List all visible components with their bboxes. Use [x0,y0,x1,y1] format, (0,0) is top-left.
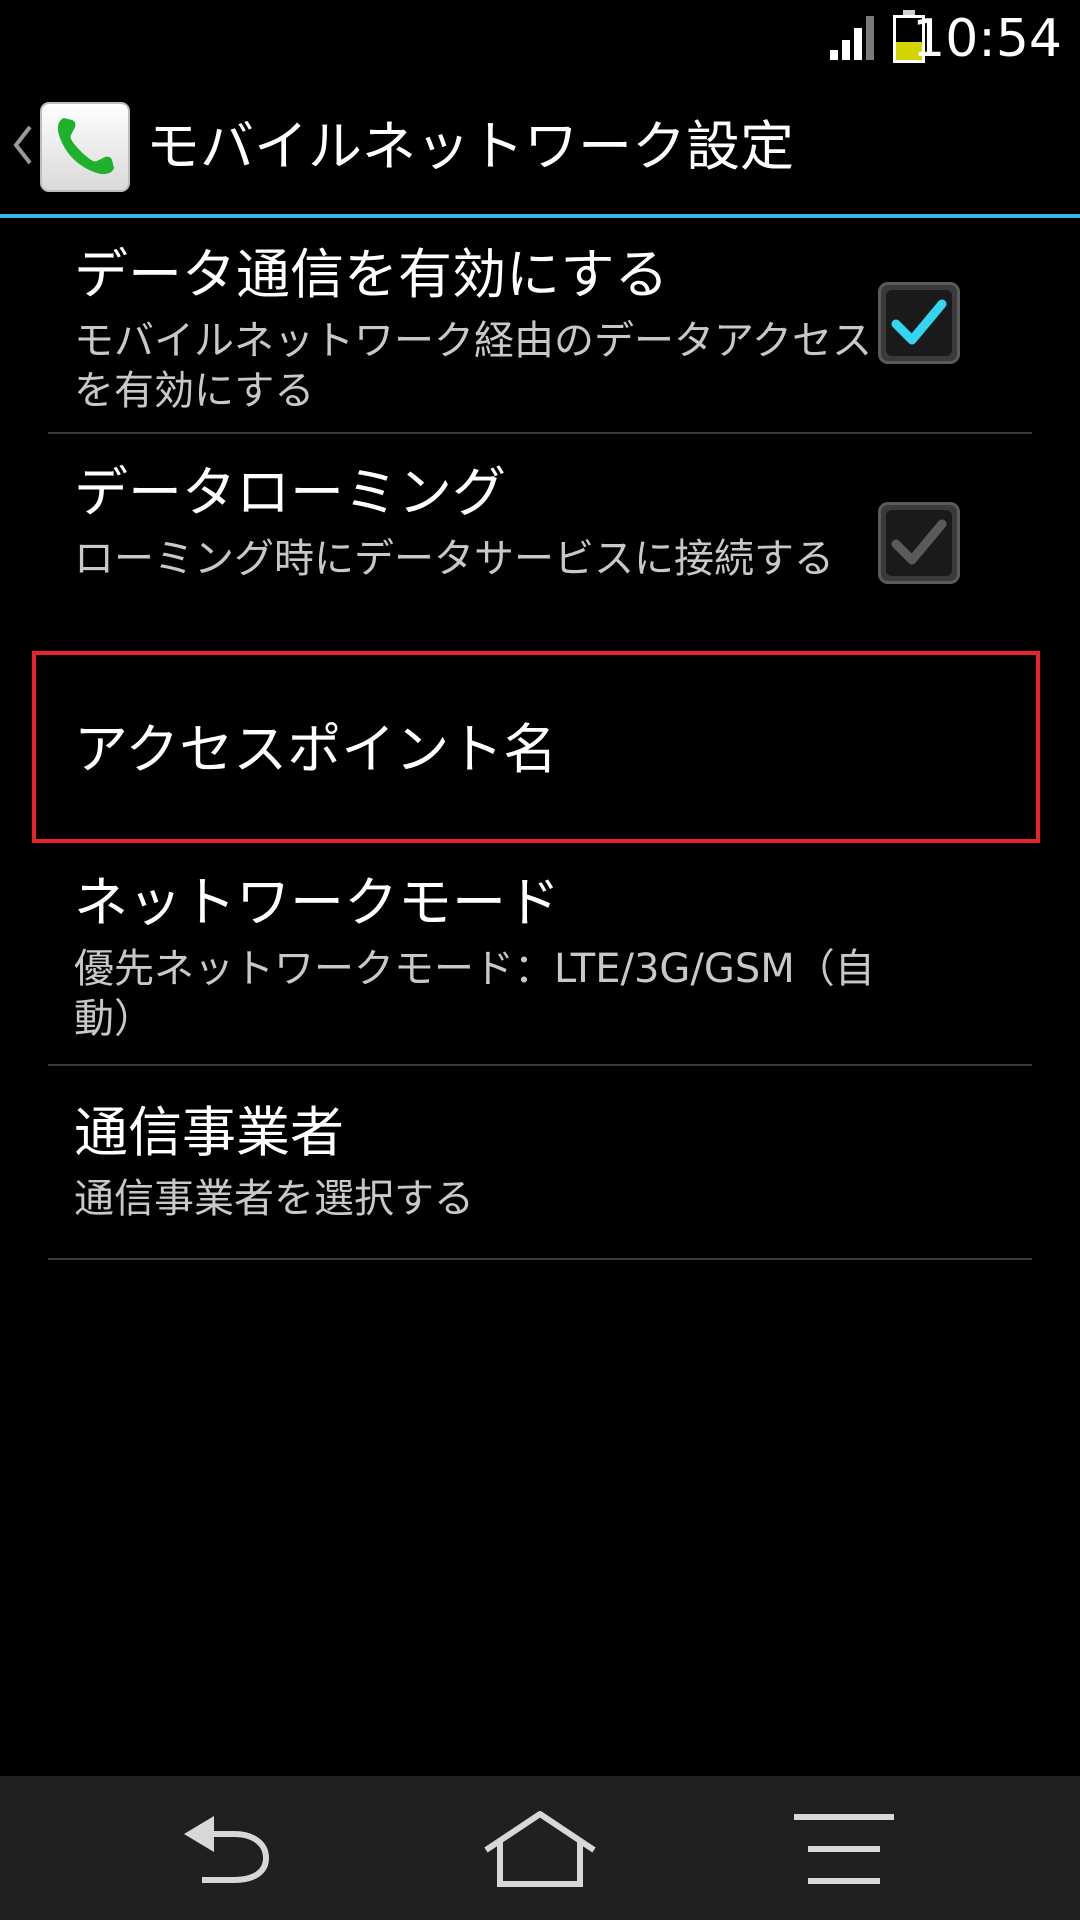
menu-icon[interactable] [790,1808,910,1888]
status-bar: 10:54 [0,0,1080,76]
list-divider [48,1064,1032,1066]
navigation-bar [0,1776,1080,1920]
pref-data-roaming[interactable]: データローミング ローミング時にデータサービスに接続する [48,444,1032,650]
action-bar-divider [0,214,1080,218]
checkmark-icon [891,519,947,565]
pref-summary: 通信事業者を選択する [74,1176,474,1222]
pref-summary: 優先ネットワークモード：LTE/3G/GSM（自動） [74,946,875,1042]
pref-title: データローミング [74,461,506,524]
pref-title: 通信事業者 [74,1101,344,1164]
page-title: モバイルネットワーク設定 [146,115,794,178]
status-clock: 10:54 [912,9,1062,69]
data-enabled-checkbox[interactable] [878,282,960,364]
pref-summary: ローミング時にデータサービスに接続する [74,536,834,582]
list-divider [48,1258,1032,1260]
phone-app-icon[interactable] [40,102,130,192]
back-icon[interactable] [172,1808,292,1888]
signal-icon [830,16,874,60]
list-divider [48,432,1032,434]
home-icon[interactable] [480,1808,600,1888]
pref-network-mode[interactable]: ネットワークモード 優先ネットワークモード：LTE/3G/GSM（自動） [48,858,1032,1064]
checkmark-icon [891,299,947,345]
pref-title: ネットワークモード [74,871,560,934]
pref-title: データ通信を有効にする [74,243,669,306]
pref-data-enabled[interactable]: データ通信を有効にする モバイルネットワーク経由のデータアクセスを有効にする [48,226,1032,432]
data-roaming-checkbox[interactable] [878,502,960,584]
highlight-box [32,651,1040,843]
pref-carrier[interactable]: 通信事業者 通信事業者を選択する [48,1076,1032,1258]
pref-summary: モバイルネットワーク経由のデータアクセスを有効にする [74,318,872,414]
up-caret-icon[interactable] [10,121,34,169]
action-bar[interactable]: モバイルネットワーク設定 [0,76,1080,214]
